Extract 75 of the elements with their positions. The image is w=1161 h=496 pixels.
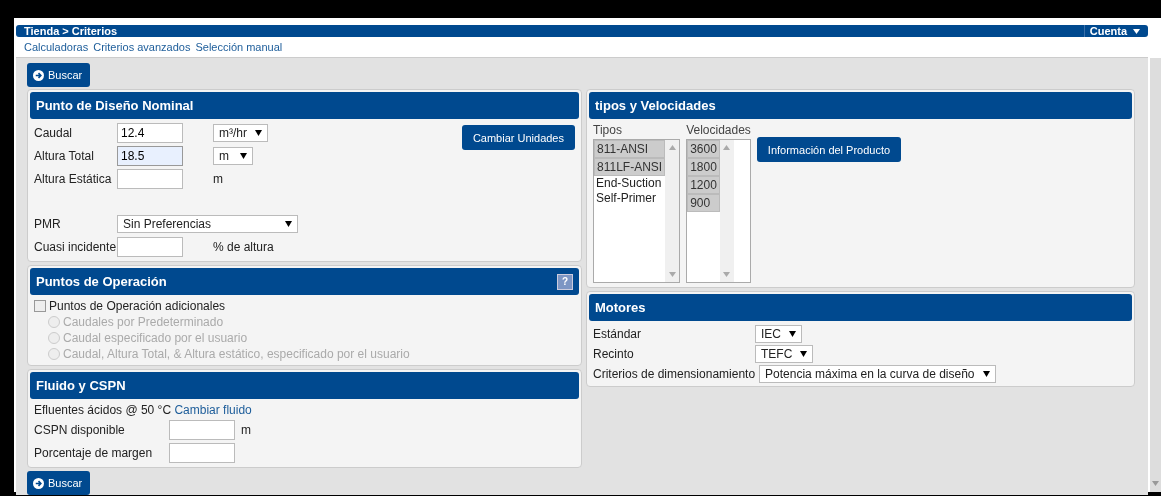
breadcrumb: Tienda > Criterios <box>24 25 118 37</box>
select-field[interactable]: Potencia máxima en la curva de diseño <box>759 364 996 383</box>
select-field[interactable]: IEC <box>755 324 802 343</box>
field-label: Porcentaje de margen <box>34 446 154 460</box>
nav-link[interactable]: Criterios avanzados <box>93 41 191 53</box>
field-label: PMR <box>34 217 62 231</box>
list-option[interactable]: 811-ANSI <box>594 140 666 158</box>
panel-header: Punto de Diseño Nominal <box>30 92 579 119</box>
panel-header: tipos y Velocidades <box>589 92 1132 119</box>
scrollbar[interactable] <box>1150 58 1161 492</box>
input-field[interactable] <box>169 420 235 440</box>
list-box[interactable]: 811-ANSI 811LF-ANSI End-Suction Self-Primer <box>593 139 681 283</box>
unit-select[interactable]: m <box>213 147 253 165</box>
dropdown-arrow-icon <box>800 350 808 357</box>
unit-label: m <box>213 172 223 186</box>
checkbox[interactable] <box>34 300 46 312</box>
field-label: Criterios de dimensionamiento <box>593 366 756 381</box>
scroll-up-icon[interactable] <box>723 145 731 150</box>
nav-link[interactable]: Calculadoras <box>24 41 89 53</box>
search-button[interactable]: Buscar <box>27 471 90 495</box>
input-field[interactable] <box>169 443 235 463</box>
field-label: Altura Estática <box>34 172 113 186</box>
checkbox-label: Puntos de Operación adicionales <box>49 299 226 313</box>
panel-header: Motores <box>589 294 1132 321</box>
unit-label: m <box>241 423 251 437</box>
input-field[interactable]: 12.4 <box>117 123 183 143</box>
caret-icon <box>1133 28 1140 34</box>
unit-select[interactable]: m³/hr <box>213 124 268 142</box>
list-option[interactable]: 3600 <box>687 140 720 158</box>
field-label: Estándar <box>593 326 643 341</box>
field-label: Altura Total <box>34 149 95 163</box>
search-button[interactable]: Buscar <box>27 63 90 87</box>
field-label: Cuasi incidente <box>34 240 117 254</box>
arrow-circle-icon <box>33 477 44 489</box>
radio-label: Caudal, Altura Total, & Altura estático, especificado por el usuario <box>63 347 410 361</box>
list-box[interactable]: 3600 1800 1200 900 <box>686 139 751 283</box>
scrollbar[interactable] <box>665 140 680 282</box>
arrow-circle-icon <box>33 69 44 81</box>
scroll-down-icon[interactable] <box>668 272 676 277</box>
input-field[interactable] <box>117 169 183 189</box>
select-field[interactable]: TEFC <box>755 344 814 363</box>
change-fluid-link[interactable]: Cambiar fluido <box>174 403 252 417</box>
dropdown-arrow-icon <box>255 130 262 136</box>
panel-header: Puntos de Operación ? <box>30 268 579 295</box>
unit-label: % de altura <box>213 240 274 254</box>
fluid-name: Efluentes ácidos @ 50 °C <box>34 403 172 417</box>
panel-header: Fluido y CSPN <box>30 372 579 399</box>
list-label: Tipos <box>593 123 623 137</box>
input-field[interactable]: 18.5 <box>117 146 183 166</box>
dropdown-arrow-icon <box>789 330 796 337</box>
field-label: Recinto <box>593 346 635 361</box>
change-units-button[interactable]: Cambiar Unidades <box>461 125 575 150</box>
list-option[interactable]: Self-Primer <box>594 191 666 206</box>
list-option[interactable]: 1200 <box>687 176 720 194</box>
input-field[interactable] <box>117 237 183 257</box>
pmr-select[interactable]: Sin Preferencias <box>117 215 298 233</box>
scrollbar[interactable] <box>719 140 734 282</box>
nav-link[interactable]: Selección manual <box>195 41 283 53</box>
dropdown-arrow-icon <box>982 370 990 377</box>
account-menu[interactable]: Cuenta <box>1083 25 1140 37</box>
list-option[interactable]: End-Suction <box>594 176 666 191</box>
radio-label: Caudal especificado por el usuario <box>63 331 248 345</box>
list-option[interactable]: 811LF-ANSI <box>594 158 666 176</box>
field-label: Caudal <box>34 126 74 140</box>
product-info-button[interactable]: Información del Producto <box>756 137 902 162</box>
list-label: Velocidades <box>686 123 751 137</box>
list-option[interactable]: 1800 <box>687 158 720 176</box>
list-option[interactable]: 900 <box>687 194 720 212</box>
scroll-up-icon[interactable] <box>668 145 676 150</box>
radio-label: Caudales por Predeterminado <box>63 315 224 329</box>
scroll-down-icon[interactable] <box>723 272 731 277</box>
dropdown-arrow-icon <box>285 221 292 227</box>
dropdown-arrow-icon <box>240 153 247 159</box>
field-label: CSPN disponible <box>34 423 126 437</box>
scroll-down-icon[interactable] <box>1152 481 1159 486</box>
